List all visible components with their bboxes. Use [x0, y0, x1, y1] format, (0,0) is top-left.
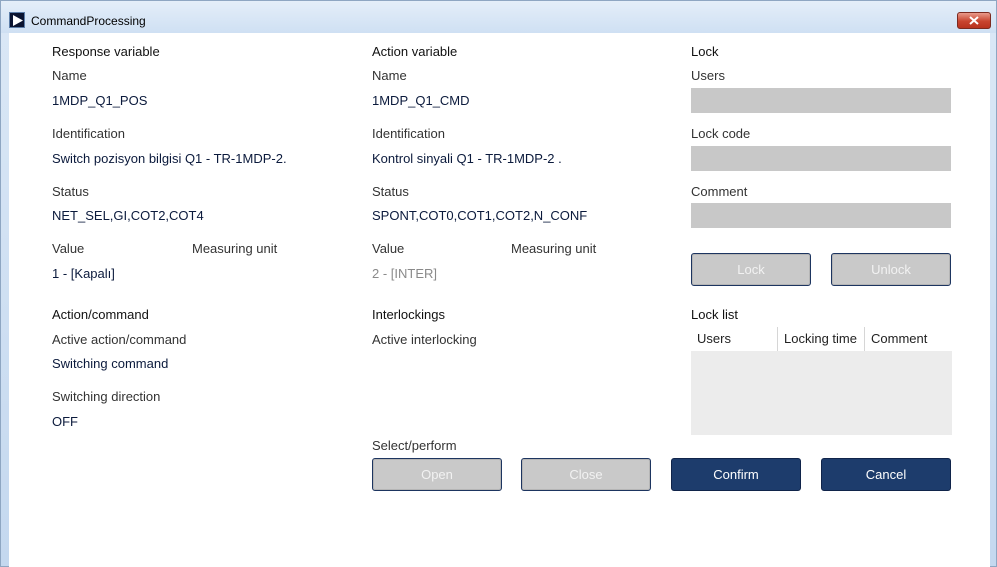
lock-list-column-users[interactable]: Users [691, 327, 777, 351]
lock-comment-field[interactable] [691, 203, 951, 228]
unlock-button[interactable]: Unlock [831, 253, 951, 286]
close-button[interactable]: Close [521, 458, 651, 491]
response-value: 1 - [Kapalı] [52, 266, 115, 281]
action-value-label: Value [372, 241, 405, 256]
action-unit-label: Measuring unit [511, 241, 597, 256]
lock-list-table[interactable]: Users Locking time Comment [691, 327, 952, 435]
lock-heading: Lock [691, 44, 719, 59]
open-button[interactable]: Open [372, 458, 502, 491]
active-action-label: Active action/command [52, 332, 187, 347]
lock-users-label: Users [691, 68, 725, 83]
action-value: 2 - [INTER] [372, 266, 438, 281]
active-interlocking-label: Active interlocking [372, 332, 477, 347]
lock-comment-label: Comment [691, 184, 748, 199]
lock-users-field[interactable] [691, 88, 951, 113]
lock-code-label: Lock code [691, 126, 751, 141]
response-name-value: 1MDP_Q1_POS [52, 93, 148, 108]
cancel-button[interactable]: Cancel [821, 458, 951, 491]
action-status-label: Status [372, 184, 409, 199]
confirm-button[interactable]: Confirm [671, 458, 801, 491]
dialog-window: CommandProcessing Response variable Name… [0, 0, 997, 567]
response-status-label: Status [52, 184, 89, 199]
response-identification-value: Switch pozisyon bilgisi Q1 - TR-1MDP-2. [52, 151, 287, 166]
response-variable-heading: Response variable [52, 44, 160, 59]
response-name-label: Name [52, 68, 87, 83]
active-action-value: Switching command [52, 356, 169, 371]
action-identification-value: Kontrol sinyali Q1 - TR-1MDP-2 . [372, 151, 562, 166]
interlockings-heading: Interlockings [372, 307, 445, 322]
close-window-button[interactable] [957, 12, 991, 29]
lock-list-header: Users Locking time Comment [691, 327, 952, 351]
switching-direction-label: Switching direction [52, 389, 161, 404]
response-unit-label: Measuring unit [192, 241, 278, 256]
response-status-value: NET_SEL,GI,COT2,COT4 [52, 208, 204, 223]
action-identification-label: Identification [372, 126, 445, 141]
dialog-content: Response variable Name 1MDP_Q1_POS Ident… [9, 33, 990, 567]
close-icon [969, 16, 979, 25]
lock-list-column-comment[interactable]: Comment [865, 327, 952, 351]
action-status-value: SPONT,COT0,COT1,COT2,N_CONF [372, 208, 588, 223]
lock-code-field[interactable] [691, 146, 951, 171]
response-value-label: Value [52, 241, 85, 256]
action-name-value: 1MDP_Q1_CMD [372, 93, 470, 108]
select-perform-label: Select/perform [372, 438, 457, 453]
action-command-heading: Action/command [52, 307, 149, 322]
app-play-icon [9, 12, 25, 28]
lock-list-column-locking-time[interactable]: Locking time [778, 327, 864, 351]
lock-button[interactable]: Lock [691, 253, 811, 286]
switching-direction-value: OFF [52, 414, 78, 429]
title-bar[interactable]: CommandProcessing [1, 1, 996, 33]
response-identification-label: Identification [52, 126, 125, 141]
action-variable-heading: Action variable [372, 44, 458, 59]
window-title: CommandProcessing [31, 14, 146, 28]
action-name-label: Name [372, 68, 407, 83]
lock-list-heading: Lock list [691, 307, 738, 322]
